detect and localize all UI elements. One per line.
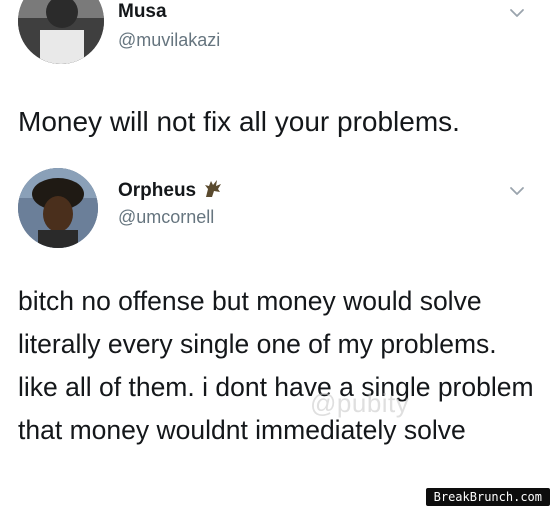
author-handle[interactable]: @muvilakazi	[118, 30, 220, 51]
watermark: @pubity	[310, 388, 410, 418]
tweet-text: Money will not fix all your problems.	[18, 106, 460, 137]
author-name[interactable]: Orpheus	[118, 179, 224, 202]
tweet-orpheus: Orpheus @umcornell bitch no offense but …	[0, 160, 550, 506]
avatar-orpheus[interactable]	[18, 168, 98, 248]
rooster-icon	[205, 180, 222, 197]
tweet-text: bitch no offense but money would solve l…	[18, 286, 534, 445]
site-brand: BreakBrunch.com	[425, 488, 550, 506]
author-name-text[interactable]: Orpheus	[118, 180, 196, 201]
avatar-musa[interactable]	[18, 0, 104, 64]
chevron-down-icon[interactable]	[508, 182, 526, 200]
chevron-down-icon[interactable]	[508, 4, 526, 22]
author-handle[interactable]: @umcornell	[118, 207, 214, 228]
tweet-musa: Musa @muvilakazi Money will not fix all …	[0, 0, 550, 160]
author-name[interactable]: Musa	[118, 1, 167, 23]
